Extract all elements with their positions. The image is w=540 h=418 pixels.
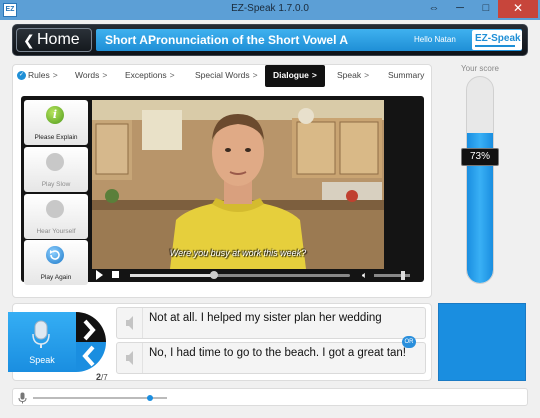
user-greeting: Hello Natan <box>414 35 456 44</box>
check-icon: ✓ <box>17 71 26 80</box>
headphones-icon <box>46 200 64 218</box>
home-button[interactable]: ❮ Home <box>16 28 92 52</box>
answer-nav-control <box>76 312 106 372</box>
tab-label: Exceptions <box>125 70 167 80</box>
page-counter: 2/7 <box>96 372 108 382</box>
progress-fill <box>130 274 214 277</box>
replay-icon <box>46 246 64 264</box>
info-icon: i <box>46 106 64 124</box>
tab-label: Dialogue <box>273 70 309 80</box>
tab-exceptions[interactable]: Exceptions > <box>125 70 175 80</box>
stop-icon[interactable] <box>112 271 119 278</box>
resize-window-button[interactable]: ⇔ <box>422 0 446 18</box>
progress-track[interactable] <box>130 271 350 279</box>
video-subtitle: Were you busy at work this week? <box>169 248 307 258</box>
progress-knob[interactable] <box>209 271 218 279</box>
lesson-steps-nav: ✓ Rules > Words > Exceptions > Special Word… <box>13 65 433 87</box>
tab-separator: > <box>102 70 108 80</box>
video-scene <box>92 100 384 269</box>
play-again-button[interactable]: Play Again <box>24 240 88 285</box>
window-title-bar: EZ EZ-Speak 1.7.0.0 ⇔ ─ □ ✕ <box>0 0 540 20</box>
video-controls: 🔈︎ <box>92 269 422 281</box>
tab-summary[interactable]: Summary <box>388 70 424 80</box>
please-explain-button[interactable]: i Please Explain <box>24 100 88 145</box>
tab-separator: > <box>311 70 317 80</box>
speak-button[interactable]: Speak <box>8 312 76 372</box>
answer-text: No, I had time to go to the beach. I got… <box>149 347 406 359</box>
side-button-label: Please Explain <box>34 134 78 141</box>
hear-yourself-button[interactable]: Hear Yourself <box>24 194 88 239</box>
mic-level-bar <box>12 388 528 406</box>
side-button-label: Play Again <box>40 274 72 281</box>
home-label: Home <box>37 31 80 48</box>
mic-level-track[interactable] <box>33 395 167 401</box>
tab-label: Speak <box>337 70 362 80</box>
score-label: Your score <box>461 64 499 73</box>
minimize-button[interactable]: ─ <box>448 0 472 18</box>
tab-label: Summary <box>388 70 425 80</box>
tab-rules[interactable]: Rules > <box>28 70 58 80</box>
feedback-panel <box>438 303 526 381</box>
maximize-button[interactable]: □ <box>474 0 498 18</box>
tab-dialogue[interactable]: Dialogue > <box>265 65 325 87</box>
volume-icon[interactable]: 🔈︎ <box>362 270 367 280</box>
lesson-title: Pronunciation of the Short Vowel A <box>148 33 348 47</box>
mic-level-knob[interactable] <box>146 395 153 401</box>
or-badge: OR <box>402 336 416 348</box>
logo-text: EZ-Speak <box>475 33 521 44</box>
tab-separator: > <box>364 70 370 80</box>
speaker-icon[interactable] <box>117 308 143 338</box>
side-button-label: Play Slow <box>41 181 71 188</box>
snail-icon <box>46 153 64 171</box>
microphone-icon <box>32 320 50 348</box>
answer-option[interactable]: Not at all. I helped my sister plan her … <box>116 307 426 339</box>
volume-knob[interactable] <box>400 271 405 280</box>
lesson-prefix: Short A: <box>105 33 152 47</box>
answer-text: Not at all. I helped my sister plan her … <box>149 312 382 324</box>
ez-speak-logo: EZ-Speak <box>472 30 522 50</box>
speaker-icon[interactable] <box>117 343 143 373</box>
close-button[interactable]: ✕ <box>498 0 538 18</box>
tab-words[interactable]: Words > <box>75 70 107 80</box>
tab-label: Words <box>75 70 100 80</box>
video-player: i Please Explain Play Slow Hear Yourself… <box>21 96 424 285</box>
play-slow-button[interactable]: Play Slow <box>24 147 88 192</box>
score-value: 73% <box>461 148 499 166</box>
play-icon[interactable] <box>96 270 103 280</box>
page-total: /7 <box>101 373 108 382</box>
back-arrow-icon: ❮ <box>23 32 35 48</box>
tab-separator: > <box>52 70 58 80</box>
tab-special-words[interactable]: Special Words > <box>195 70 258 80</box>
tab-label: Rules <box>28 70 50 80</box>
tab-label: Special Words <box>195 70 250 80</box>
speak-label: Speak <box>29 355 55 365</box>
side-button-label: Hear Yourself <box>36 228 76 235</box>
video-frame[interactable]: Were you busy at work this week? <box>92 100 384 269</box>
tab-speak[interactable]: Speak > <box>337 70 369 80</box>
lesson-title-bar: Short A: Pronunciation of the Short Vowe… <box>96 29 522 51</box>
answer-option[interactable]: No, I had time to go to the beach. I got… <box>116 342 426 374</box>
volume-track[interactable] <box>374 271 410 280</box>
mic-level-icon <box>18 392 27 404</box>
score-meter <box>466 76 494 284</box>
app-header: ❮ Home Short A: Pronunciation of the Sho… <box>12 24 528 56</box>
tab-separator: > <box>252 70 258 80</box>
tab-separator: > <box>169 70 175 80</box>
